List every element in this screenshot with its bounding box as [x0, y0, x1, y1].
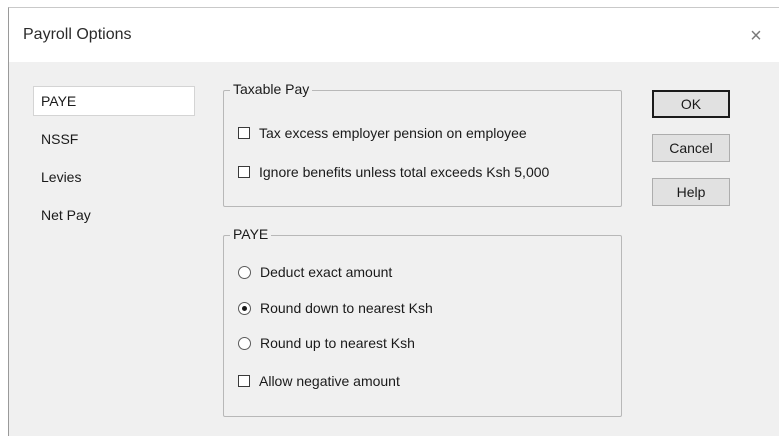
deduct-exact-radio[interactable]: [238, 265, 251, 279]
deduct-exact-label: Deduct exact amount: [260, 264, 393, 280]
round-down-radio[interactable]: [238, 301, 251, 315]
nav-item-levies[interactable]: Levies: [33, 162, 195, 192]
nav-item-nssf[interactable]: NSSF: [33, 124, 195, 154]
payroll-options-dialog: Payroll Options × PAYE NSSF Levies Net P…: [8, 7, 779, 436]
ignore-benefits-checkbox[interactable]: [238, 166, 250, 178]
allow-negative-checkbox[interactable]: [238, 375, 250, 387]
round-up-option[interactable]: Round up to nearest Ksh: [238, 335, 415, 351]
round-down-option[interactable]: Round down to nearest Ksh: [238, 300, 433, 316]
taxable-pay-group: Taxable Pay Tax excess employer pension …: [223, 81, 622, 207]
taxable-pay-title: Taxable Pay: [230, 81, 313, 97]
allow-negative-option[interactable]: Allow negative amount: [238, 373, 400, 389]
tax-excess-pension-label: Tax excess employer pension on employee: [259, 125, 527, 141]
tax-excess-pension-checkbox[interactable]: [238, 127, 250, 139]
ok-button[interactable]: OK: [652, 90, 730, 118]
paye-group-title: PAYE: [230, 226, 272, 242]
tax-excess-pension-option[interactable]: Tax excess employer pension on employee: [238, 125, 527, 141]
round-up-label: Round up to nearest Ksh: [260, 335, 415, 351]
help-button[interactable]: Help: [652, 178, 730, 206]
paye-group: PAYE Deduct exact amount Round down to n…: [223, 226, 622, 417]
allow-negative-label: Allow negative amount: [259, 373, 400, 389]
title-bar: Payroll Options ×: [9, 8, 779, 62]
cancel-button[interactable]: Cancel: [652, 134, 730, 162]
round-up-radio[interactable]: [238, 336, 251, 350]
ignore-benefits-label: Ignore benefits unless total exceeds Ksh…: [259, 164, 550, 180]
nav-item-net-pay[interactable]: Net Pay: [33, 200, 195, 230]
round-down-label: Round down to nearest Ksh: [260, 300, 433, 316]
options-nav-list: PAYE NSSF Levies Net Pay: [33, 86, 195, 238]
close-button[interactable]: ×: [733, 18, 779, 54]
deduct-exact-option[interactable]: Deduct exact amount: [238, 264, 392, 280]
window-title: Payroll Options: [23, 26, 132, 43]
nav-item-paye[interactable]: PAYE: [33, 86, 195, 116]
ignore-benefits-option[interactable]: Ignore benefits unless total exceeds Ksh…: [238, 164, 549, 180]
close-icon: ×: [750, 24, 762, 47]
